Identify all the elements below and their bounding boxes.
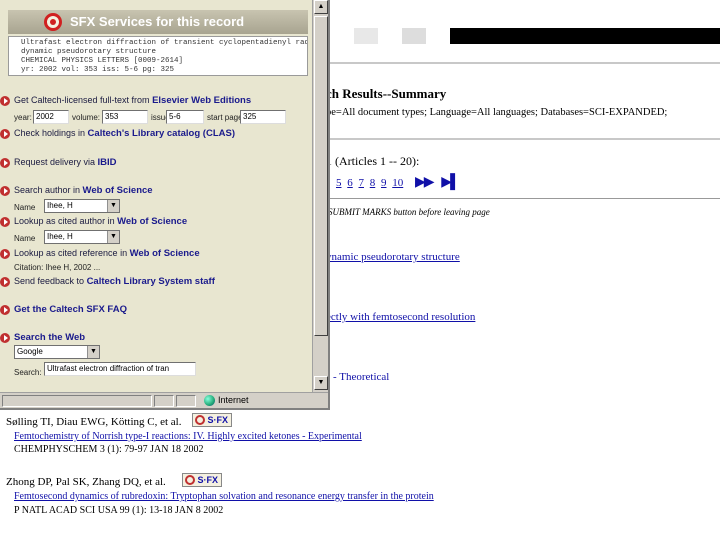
page-link[interactable]: 9 [381, 177, 387, 189]
citation-line: yr: 2002 vol: 353 iss: 5-6 pg: 325 [21, 66, 175, 74]
go-arrow-icon[interactable] [0, 96, 10, 106]
web-search-input[interactable]: Ultrafast electron diffraction of tran [44, 362, 196, 376]
black-bar [450, 28, 720, 44]
divider [330, 138, 720, 140]
volume-field[interactable]: 353 [102, 110, 148, 124]
result-link-1[interactable]: ynamic pseudorotary structure [326, 251, 460, 263]
scroll-down-icon[interactable]: ▼ [314, 376, 328, 390]
divider [330, 198, 720, 199]
marks-hint: SUBMIT MARKS button before leaving page [328, 207, 490, 217]
result-link-2[interactable]: ectly with femtosecond resolution [326, 311, 475, 323]
go-arrow-icon[interactable] [0, 277, 10, 287]
search-engine-select[interactable]: Google ▼ [14, 345, 100, 359]
go-arrow-icon[interactable] [0, 249, 10, 259]
sfx-logo-icon [195, 415, 205, 425]
articles-range: 1 (Articles 1 -- 20): [326, 154, 420, 168]
sfx-button[interactable]: S·FX [192, 413, 232, 427]
zone-label: Internet [218, 395, 249, 405]
citation-box: Ultrafast electron diffraction of transi… [8, 36, 308, 76]
go-arrow-icon[interactable] [0, 186, 10, 196]
page-link[interactable]: 10 [392, 177, 403, 189]
citation-line: dynamic pseudorotary structure [21, 48, 157, 56]
chevron-down-icon[interactable]: ▼ [87, 346, 99, 358]
entry-authors: Sølling TI, Diau EWG, Kötting C, et al. [6, 416, 182, 428]
page-link[interactable]: 6 [347, 177, 353, 189]
issue-field[interactable]: 5-6 [166, 110, 204, 124]
scroll-up-icon[interactable]: ▲ [314, 0, 328, 14]
entry-source: P NATL ACAD SCI USA 99 (1): 13-18 JAN 8 … [14, 505, 224, 516]
results-heading: ch Results--Summary [326, 86, 447, 101]
last-page-icon[interactable]: ▶▌ [441, 175, 460, 190]
sfx-popup-window: SFX Services for this record Ultrafast e… [0, 0, 330, 410]
sfx-header: SFX Services for this record [8, 10, 308, 34]
vertical-scrollbar[interactable]: ▲ ▼ [312, 0, 328, 392]
status-bar: Internet [0, 392, 328, 408]
cited-ref-citation: Citation: Ihee H, 2002 ... [14, 263, 101, 272]
status-cell [154, 395, 174, 407]
sfx-title: SFX Services for this record [70, 14, 245, 29]
page-link[interactable]: 5 [336, 177, 342, 189]
sfx-button[interactable]: S·FX [182, 473, 222, 487]
internet-zone-icon [204, 395, 215, 406]
sfx-logo-icon [44, 13, 62, 31]
entry-source: CHEMPHYSCHEM 3 (1): 79-97 JAN 18 2002 [14, 444, 204, 455]
citation-line: Ultrafast electron diffraction of transi… [21, 39, 307, 47]
sfx-logo-icon [185, 475, 195, 485]
divider [330, 62, 720, 64]
page-link[interactable]: 8 [370, 177, 376, 189]
page-link[interactable]: 7 [359, 177, 365, 189]
startpage-field[interactable]: 325 [240, 110, 286, 124]
next-page-icon[interactable]: ▶▶ [415, 175, 434, 190]
toolbar-strip [330, 28, 450, 44]
result-link-3[interactable]: s - Theoretical [326, 371, 389, 383]
entry-title[interactable]: Femtosecond dynamics of rubredoxin: Tryp… [14, 491, 434, 502]
citation-line: CHEMICAL PHYSICS LETTERS [0009-2614] [21, 57, 184, 65]
go-arrow-icon[interactable] [0, 158, 10, 168]
cited-author-select[interactable]: Ihee, H ▼ [44, 230, 120, 244]
chevron-down-icon[interactable]: ▼ [107, 200, 119, 212]
go-arrow-icon[interactable] [0, 333, 10, 343]
go-arrow-icon[interactable] [0, 305, 10, 315]
search-criteria: pe=All document types; Language=All lang… [326, 107, 668, 118]
pagination: 5 6 7 8 9 10 ▶▶ ▶▌ [336, 174, 460, 191]
entry-title[interactable]: Femtochemistry of Norrish type-I reactio… [14, 431, 362, 442]
author-name-select[interactable]: Ihee, H ▼ [44, 199, 120, 213]
chevron-down-icon[interactable]: ▼ [107, 231, 119, 243]
go-arrow-icon[interactable] [0, 129, 10, 139]
status-cell [176, 395, 196, 407]
year-field[interactable]: 2002 [33, 110, 69, 124]
status-cell [2, 395, 152, 407]
entry-authors: Zhong DP, Pal SK, Zhang DQ, et al. [6, 476, 166, 488]
scroll-thumb[interactable] [314, 16, 328, 336]
go-arrow-icon[interactable] [0, 217, 10, 227]
